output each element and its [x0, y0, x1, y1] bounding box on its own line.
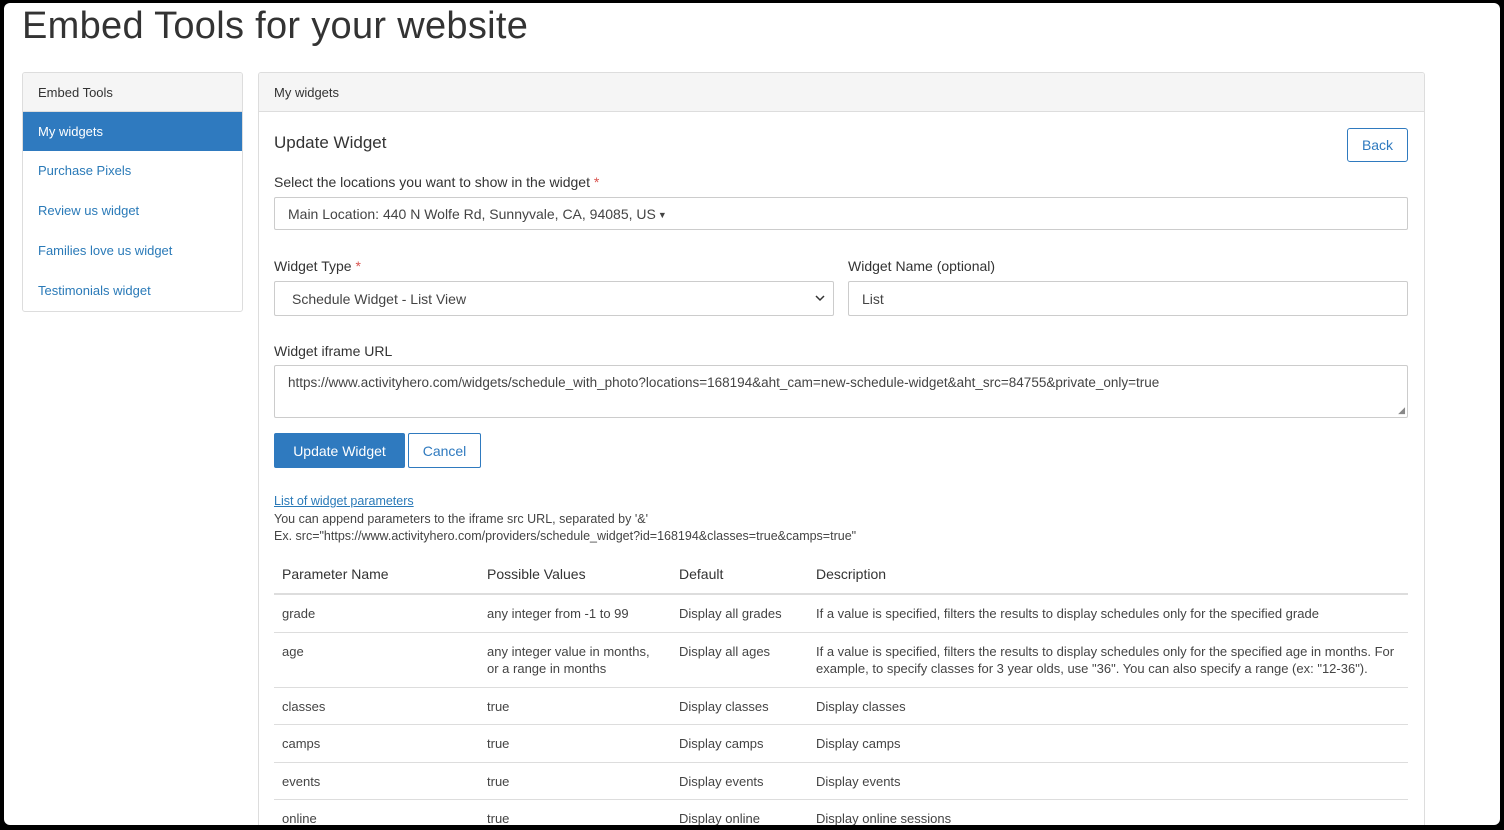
back-button[interactable]: Back	[1347, 128, 1408, 162]
iframe-url-value: https://www.activityhero.com/widgets/sch…	[288, 375, 1160, 390]
page-title: Embed Tools for your website	[22, 5, 529, 47]
table-cell: Display events	[671, 762, 808, 800]
cancel-button[interactable]: Cancel	[408, 433, 481, 468]
column-header: Description	[808, 555, 1408, 595]
table-cell: true	[479, 687, 671, 725]
parameters-table: Parameter Name Possible Values Default D…	[274, 555, 1408, 825]
widget-type-label: Widget Type *	[274, 258, 361, 274]
browser-frame: Embed Tools for your website Embed Tools…	[4, 3, 1500, 825]
iframe-url-label: Widget iframe URL	[274, 343, 393, 359]
table-cell: any integer value in months, or a range …	[479, 632, 671, 688]
table-row: camps true Display camps Display camps	[274, 724, 1408, 763]
sidebar: Embed Tools My widgets Purchase Pixels R…	[22, 72, 243, 312]
table-cell: If a value is specified, filters the res…	[808, 632, 1408, 688]
widget-type-value: Schedule Widget - List View	[292, 291, 467, 307]
sidebar-item-my-widgets[interactable]: My widgets	[23, 112, 242, 151]
panel-header: My widgets	[259, 73, 1424, 112]
table-cell: Display online sessions	[808, 799, 1408, 825]
table-row: grade any integer from -1 to 99 Display …	[274, 594, 1408, 633]
table-cell: If a value is specified, filters the res…	[808, 594, 1408, 633]
locations-label-text: Select the locations you want to show in…	[274, 174, 590, 190]
table-cell: Display all grades	[671, 594, 808, 633]
sidebar-item-review-us-widget[interactable]: Review us widget	[23, 191, 242, 231]
sidebar-item-testimonials-widget[interactable]: Testimonials widget	[23, 271, 242, 311]
table-cell: Display camps	[808, 724, 1408, 763]
table-cell: Display classes	[671, 687, 808, 725]
table-cell: Display classes	[808, 687, 1408, 725]
table-cell: Display online	[671, 799, 808, 825]
table-cell: online	[274, 799, 479, 825]
sidebar-item-families-love-us-widget[interactable]: Families love us widget	[23, 231, 242, 271]
table-row: age any integer value in months, or a ra…	[274, 632, 1408, 688]
table-cell: Display all ages	[671, 632, 808, 688]
required-mark: *	[593, 174, 600, 190]
caret-down-icon: ▼	[657, 210, 667, 220]
table-cell: grade	[274, 594, 479, 633]
required-mark: *	[355, 258, 361, 274]
table-cell: Display camps	[671, 724, 808, 763]
iframe-url-textarea[interactable]: https://www.activityhero.com/widgets/sch…	[274, 365, 1408, 418]
table-cell: true	[479, 762, 671, 800]
table-cell: true	[479, 799, 671, 825]
widget-parameters-link[interactable]: List of widget parameters	[274, 494, 414, 508]
help-text: You can append parameters to the iframe …	[274, 512, 648, 526]
locations-label: Select the locations you want to show in…	[274, 174, 599, 190]
main-panel: My widgets Update Widget Back Select the…	[258, 72, 1425, 825]
table-cell: classes	[274, 687, 479, 725]
table-row: online true Display online Display onlin…	[274, 799, 1408, 825]
sidebar-item-purchase-pixels[interactable]: Purchase Pixels	[23, 151, 242, 191]
widget-name-label: Widget Name (optional)	[848, 258, 996, 274]
resize-handle-icon[interactable]: ◢	[1398, 405, 1405, 416]
table-cell: events	[274, 762, 479, 800]
sidebar-header: Embed Tools	[23, 73, 242, 112]
widget-name-input[interactable]: List	[848, 281, 1408, 316]
column-header: Parameter Name	[274, 555, 479, 595]
locations-dropdown[interactable]: Main Location: 440 N Wolfe Rd, Sunnyvale…	[274, 197, 1408, 230]
update-widget-button[interactable]: Update Widget	[274, 433, 405, 468]
table-row: classes true Display classes Display cla…	[274, 687, 1408, 725]
chevron-down-icon	[815, 291, 825, 305]
table-cell: true	[479, 724, 671, 763]
table-cell: age	[274, 632, 479, 688]
widget-type-label-text: Widget Type	[274, 258, 352, 274]
locations-value: Main Location: 440 N Wolfe Rd, Sunnyvale…	[288, 206, 656, 222]
table-row: events true Display events Display event…	[274, 762, 1408, 800]
table-cell: any integer from -1 to 99	[479, 594, 671, 633]
widget-type-select[interactable]: Schedule Widget - List View	[274, 281, 834, 316]
section-title: Update Widget	[274, 133, 387, 152]
column-header: Possible Values	[479, 555, 671, 595]
table-cell: Display events	[808, 762, 1408, 800]
table-cell: camps	[274, 724, 479, 763]
column-header: Default	[671, 555, 808, 595]
table-header-row: Parameter Name Possible Values Default D…	[274, 555, 1408, 595]
help-example: Ex. src="https://www.activityhero.com/pr…	[274, 529, 857, 543]
